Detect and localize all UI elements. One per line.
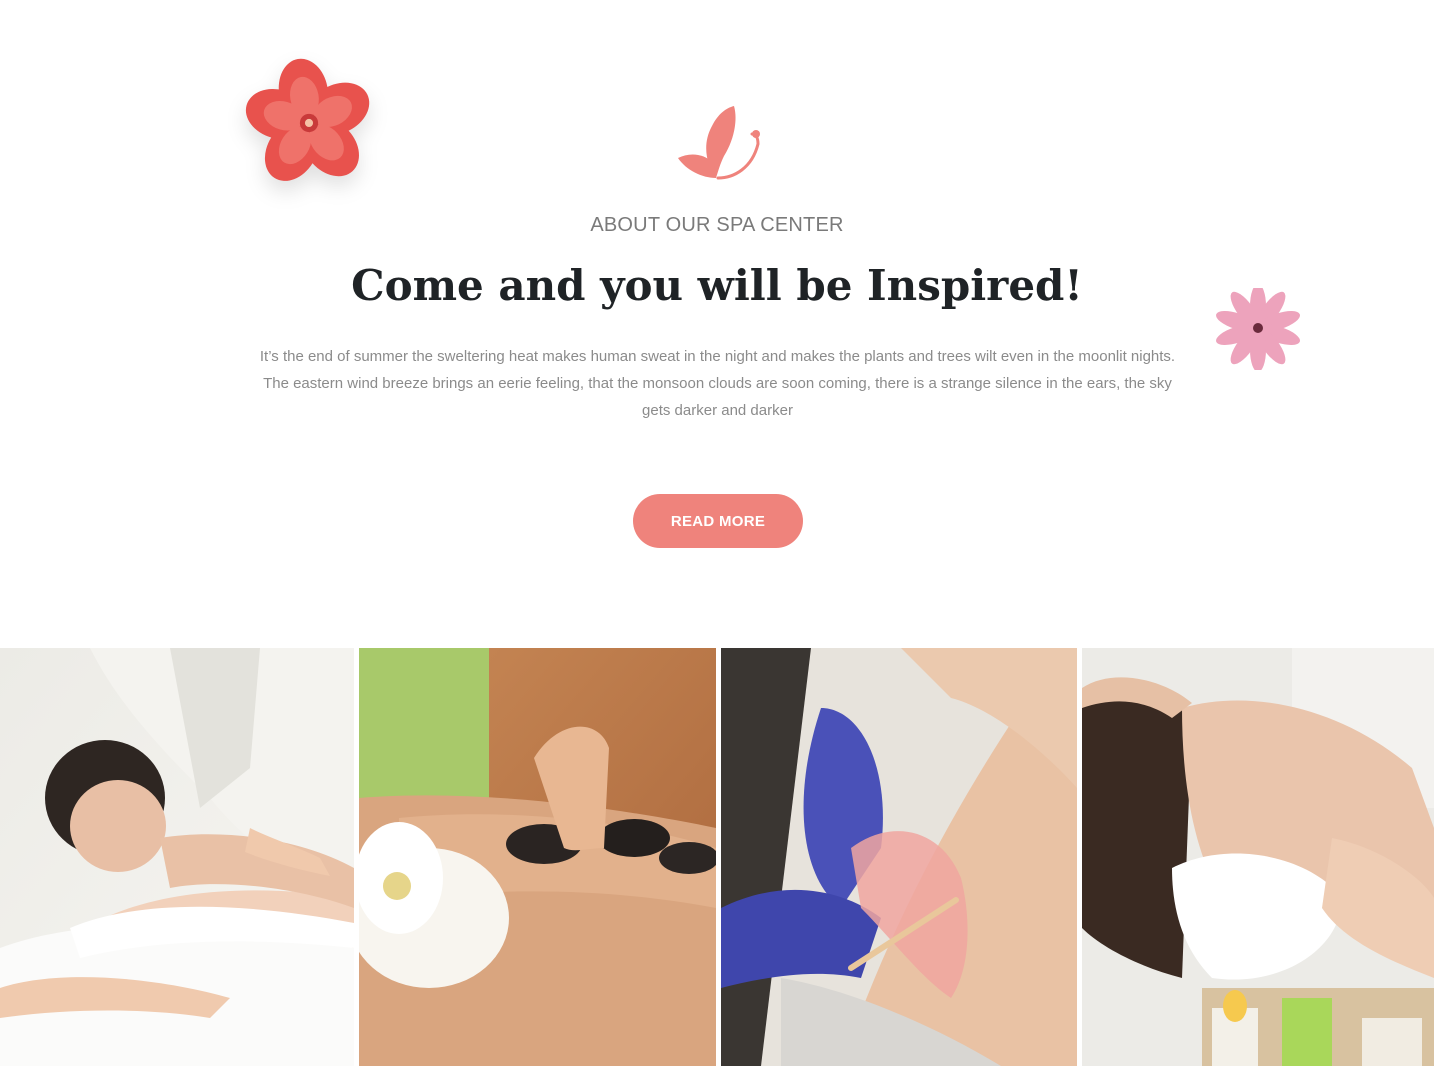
read-more-button[interactable]: READ MORE (633, 494, 803, 548)
section-description: It’s the end of summer the sweltering he… (259, 348, 1176, 419)
section-title: Come and you will be Inspired! (351, 261, 1083, 310)
butterfly-icon (672, 104, 764, 182)
treatment-gallery (0, 648, 1434, 1066)
back-massage-photo[interactable] (0, 648, 354, 1066)
section-subtitle: ABOUT OUR SPA CENTER (590, 214, 844, 236)
head-massage-photo[interactable] (1082, 648, 1434, 1066)
hot-stone-massage-photo[interactable] (359, 648, 716, 1066)
about-section: ABOUT OUR SPA CENTER Come and you will b… (0, 0, 1434, 648)
waxing-treatment-photo[interactable] (721, 648, 1077, 1066)
red-hibiscus-flower-icon (238, 58, 380, 190)
